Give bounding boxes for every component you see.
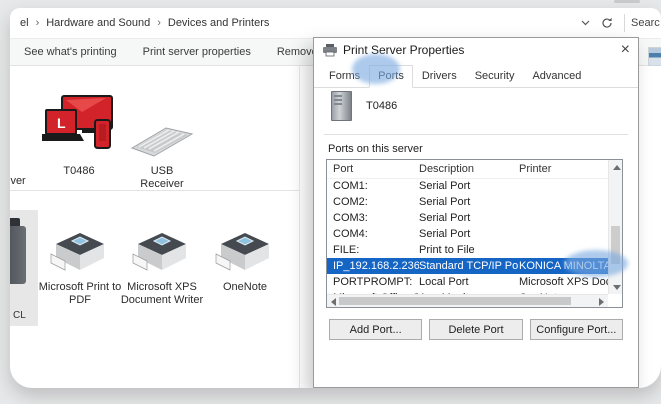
cell-printer: Microsoft XPS Docume: [519, 276, 608, 288]
column-header-printer[interactable]: Printer: [519, 163, 608, 175]
breadcrumb-item-cut[interactable]: el: [20, 17, 29, 29]
toolbar-print-server-properties[interactable]: Print server properties: [143, 46, 251, 58]
configure-port-button[interactable]: Configure Port...: [529, 319, 623, 340]
table-row[interactable]: FILE: Print to File: [327, 242, 608, 258]
tab-forms[interactable]: Forms: [320, 65, 369, 87]
breadcrumb: el › Hardware and Sound › Devices and Pr…: [10, 8, 661, 38]
printer-xps-icon[interactable]: [130, 228, 194, 274]
listview-header: Port Description Printer: [327, 160, 608, 179]
table-row[interactable]: COM4: Serial Port: [327, 226, 608, 242]
cell-description: Serial Port: [419, 196, 471, 208]
tab-security[interactable]: Security: [466, 65, 524, 87]
toolbar-see-whats-printing[interactable]: See what's printing: [24, 46, 117, 58]
device-t0486-label[interactable]: T0486: [42, 165, 116, 178]
refresh-icon[interactable]: [599, 15, 615, 31]
breadcrumb-item-devices-and-printers[interactable]: Devices and Printers: [168, 17, 270, 29]
cell-description: Serial Port: [419, 228, 471, 240]
scroll-down-icon[interactable]: [613, 285, 621, 290]
horizontal-scrollbar-thumb[interactable]: [339, 297, 571, 305]
devices-and-printers-window: el › Hardware and Sound › Devices and Pr…: [10, 8, 661, 388]
printer-pdf-label[interactable]: Microsoft Print to PDF: [38, 281, 122, 307]
addressbar-right-controls: Searc: [574, 8, 661, 38]
background-thumbnail: [648, 47, 661, 66]
scroll-up-icon[interactable]: [613, 165, 621, 170]
printer-onenote-icon[interactable]: [213, 228, 277, 274]
delete-port-button[interactable]: Delete Port: [429, 319, 523, 340]
listview-rows: COM1: Serial Port COM2: Serial Port COM3…: [327, 178, 608, 294]
cell-port: COM3:: [333, 212, 368, 224]
selected-printer-tile-partial[interactable]: CL: [10, 210, 38, 326]
search-input[interactable]: Searc: [631, 17, 661, 29]
breadcrumb-separator-icon: ›: [157, 17, 161, 29]
dialog-title: Print Server Properties: [343, 43, 465, 57]
table-row[interactable]: COM1: Serial Port: [327, 178, 608, 194]
cell-description: Print to File: [419, 244, 475, 256]
table-row-selected[interactable]: IP_192.168.2.236 Standard TCP/IP Port KO…: [327, 258, 608, 274]
device-t0486-icon[interactable]: L: [38, 94, 116, 158]
divider: [624, 14, 625, 32]
printer-xps-label[interactable]: Microsoft XPS Document Writer: [118, 281, 206, 307]
vertical-scrollbar-thumb[interactable]: [611, 226, 620, 264]
vertical-scrollbar[interactable]: [608, 160, 622, 294]
ports-section-label: Ports on this server: [328, 143, 423, 155]
ports-listview: Port Description Printer COM1: Serial Po…: [326, 159, 623, 308]
cell-description: Serial Port: [419, 180, 471, 192]
breadcrumb-item-hardware-and-sound[interactable]: Hardware and Sound: [46, 17, 150, 29]
scroll-right-icon[interactable]: [599, 298, 604, 306]
pane-divider: [299, 66, 300, 388]
close-icon[interactable]: ×: [621, 39, 630, 61]
column-header-port[interactable]: Port: [327, 163, 419, 175]
printer-pdf-icon[interactable]: [48, 228, 112, 274]
tab-ports[interactable]: Ports: [369, 65, 413, 88]
table-row[interactable]: COM3: Serial Port: [327, 210, 608, 226]
breadcrumb-separator-icon: ›: [35, 17, 40, 29]
usb-receiver-label[interactable]: USB Receiver: [128, 165, 196, 191]
cell-description: Serial Port: [419, 212, 471, 224]
cell-port: FILE:: [333, 244, 360, 256]
dialog-titlebar[interactable]: Print Server Properties ×: [314, 38, 638, 62]
cell-port: COM4:: [333, 228, 368, 240]
cell-description: Standard TCP/IP Port: [419, 260, 519, 272]
tab-advanced[interactable]: Advanced: [523, 65, 590, 87]
cell-port: COM1:: [333, 180, 368, 192]
printer-onenote-label[interactable]: OneNote: [203, 281, 287, 294]
partial-printer-icon: [10, 226, 26, 284]
cell-port: IP_192.168.2.236: [333, 260, 419, 272]
add-port-button[interactable]: Add Port...: [329, 319, 423, 340]
print-server-properties-dialog: Print Server Properties × Forms Ports Dr…: [313, 37, 639, 388]
usb-receiver-keyboard-icon[interactable]: [128, 122, 196, 160]
screenshot-viewport: el › Hardware and Sound › Devices and Pr…: [0, 0, 661, 404]
scroll-left-icon[interactable]: [331, 298, 336, 306]
column-header-description[interactable]: Description: [419, 163, 519, 175]
table-row[interactable]: COM2: Serial Port: [327, 194, 608, 210]
server-icon: [331, 91, 352, 121]
server-name: T0486: [366, 100, 398, 112]
cropped-ui-fragment: [614, 0, 640, 3]
chevron-down-icon[interactable]: [577, 15, 593, 31]
table-row[interactable]: PORTPROMPT: Local Port Microsoft XPS Doc…: [327, 274, 608, 290]
partial-printer-label: CL: [13, 310, 26, 321]
horizontal-scrollbar[interactable]: [327, 294, 608, 307]
cell-port: COM2:: [333, 196, 368, 208]
tab-drivers[interactable]: Drivers: [413, 65, 466, 87]
dialog-tabstrip: Forms Ports Drivers Security Advanced: [314, 64, 638, 88]
dialog-buttons: Add Port... Delete Port Configure Port..…: [329, 319, 623, 340]
cell-printer: KONICA MINOLTA C28: [519, 260, 608, 272]
cell-description: Local Port: [419, 276, 469, 288]
printer-icon: [322, 43, 338, 57]
divider: [324, 134, 628, 135]
svg-text:L: L: [57, 115, 66, 131]
cell-port: PORTPROMPT:: [333, 276, 413, 288]
cut-device-label: iver: [10, 175, 26, 187]
